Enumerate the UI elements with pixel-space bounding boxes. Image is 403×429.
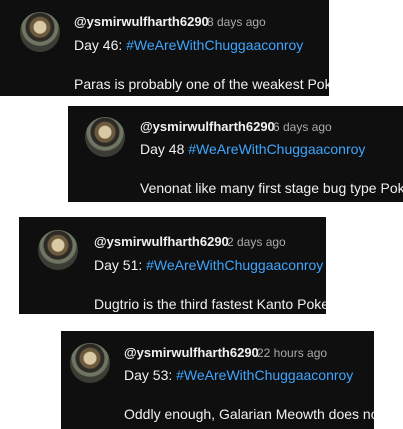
comment-author-handle[interactable]: @ysmirwulfharth6290 (140, 119, 275, 134)
comment-hashtag-link[interactable]: #WeAreWithChuggaaconroy (146, 257, 323, 273)
comment-day-label: Day 48 (140, 141, 185, 157)
comment-day-label: Day 46: (74, 37, 123, 53)
comment-day-label: Day 51: (94, 257, 143, 273)
comment-timestamp[interactable]: 2 days ago (227, 235, 286, 249)
comment-author-handle[interactable]: @ysmirwulfharth6290 (94, 234, 229, 249)
comment-hashtag-link[interactable]: #WeAreWithChuggaaconroy (188, 141, 365, 157)
comment-card: @ysmirwulfharth6290 2 days ago Day 51: #… (19, 217, 326, 314)
comment-body-text: Dugtrio is the third fastest Kanto Poke (94, 296, 326, 312)
comment-body-text: Paras is probably one of the weakest Pok (74, 76, 329, 92)
avatar[interactable] (38, 230, 78, 270)
avatar[interactable] (20, 12, 60, 52)
comment-day-line: Day 48 #WeAreWithChuggaaconroy (140, 141, 365, 157)
comment-timestamp[interactable]: 6 days ago (273, 120, 332, 134)
comment-day-line: Day 46: #WeAreWithChuggaaconroy (74, 37, 303, 53)
comment-card: @ysmirwulfharth6290 8 days ago Day 46: #… (0, 0, 329, 96)
comment-body-text: Oddly enough, Galarian Meowth does no (124, 406, 374, 422)
avatar[interactable] (85, 117, 125, 157)
comment-timestamp[interactable]: 8 days ago (207, 15, 266, 29)
comment-day-label: Day 53: (124, 367, 173, 383)
comment-day-line: Day 53: #WeAreWithChuggaaconroy (124, 367, 353, 383)
comment-hashtag-link[interactable]: #WeAreWithChuggaaconroy (126, 37, 303, 53)
comment-card: @ysmirwulfharth6290 6 days ago Day 48 #W… (68, 106, 403, 202)
comment-timestamp[interactable]: 22 hours ago (257, 346, 327, 360)
comment-author-handle[interactable]: @ysmirwulfharth6290 (74, 14, 209, 29)
comment-author-handle[interactable]: @ysmirwulfharth6290 (124, 345, 259, 360)
comment-hashtag-link[interactable]: #WeAreWithChuggaaconroy (176, 367, 353, 383)
avatar[interactable] (70, 343, 110, 383)
comment-card: @ysmirwulfharth6290 22 hours ago Day 53:… (61, 331, 374, 429)
comment-day-line: Day 51: #WeAreWithChuggaaconroy (94, 257, 323, 273)
comment-body-text: Venonat like many first stage bug type P… (140, 180, 403, 196)
